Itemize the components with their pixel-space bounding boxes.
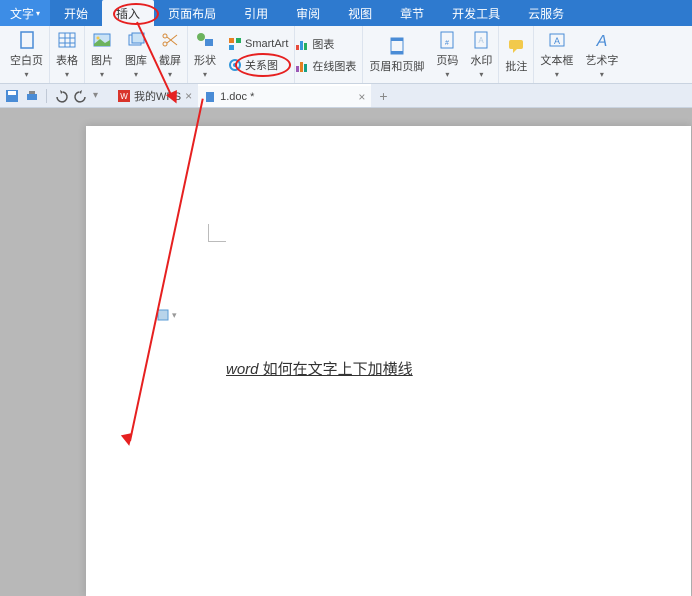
chevron-down-icon: ▾ <box>24 70 28 79</box>
page-margin-corner <box>208 224 226 242</box>
ribbon-group-screenshot: 截屏▾ <box>153 26 188 83</box>
chevron-down-icon: ▾ <box>445 70 449 79</box>
doc-icon <box>204 91 216 103</box>
ribbon-group-watermark: A 水印▾ <box>464 26 499 83</box>
comment-icon <box>506 36 526 56</box>
ribbon-group-pagenum: # 页码▾ <box>430 26 464 83</box>
wps-icon: W <box>118 90 130 102</box>
document-tabs: W 我的WPS × 1.doc * × + <box>112 84 396 107</box>
menu-dev-tools[interactable]: 开发工具 <box>438 0 514 26</box>
table-icon <box>57 30 77 50</box>
header-footer-button[interactable]: 页眉和页脚 <box>369 36 424 74</box>
app-menu-label: 文字 <box>10 5 34 22</box>
ribbon-group-shape: 形状▾ <box>188 26 222 83</box>
quick-toolbar: ▾ W 我的WPS × 1.doc * × + <box>0 84 692 108</box>
gallery-icon <box>126 30 146 50</box>
ribbon-group-smartart: SmartArt 关系图 <box>222 26 295 83</box>
close-icon[interactable]: × <box>358 90 365 104</box>
ribbon-group-page: 空白页▾ <box>4 26 50 83</box>
svg-text:#: # <box>445 40 449 47</box>
svg-text:W: W <box>120 92 128 101</box>
chevron-down-icon: ▾ <box>203 70 207 79</box>
ribbon-group-comment: 批注 <box>499 26 534 83</box>
add-tab-button[interactable]: + <box>371 88 395 104</box>
svg-text:A: A <box>554 36 560 46</box>
online-chart-button[interactable]: 在线图表 <box>295 57 356 75</box>
textbox-button[interactable]: A 文本框▾ <box>540 30 573 79</box>
chevron-down-icon: ▾ <box>100 70 104 79</box>
menu-start[interactable]: 开始 <box>50 0 102 26</box>
separator <box>46 89 47 103</box>
ribbon-group-table: 表格▾ <box>50 26 85 83</box>
ribbon-group-gallery: 图库▾ <box>119 26 153 83</box>
chevron-down-icon: ▾ <box>600 70 604 79</box>
wordart-icon: A <box>592 30 612 50</box>
chevron-down-icon: ▾ <box>134 70 138 79</box>
page-number-icon: # <box>437 30 457 50</box>
watermark-icon: A <box>471 30 491 50</box>
chevron-down-icon: ▾ <box>479 70 483 79</box>
picture-icon <box>92 30 112 50</box>
relation-icon <box>228 58 242 72</box>
redo-icon[interactable] <box>73 88 89 104</box>
blank-page-icon <box>17 30 37 50</box>
smartart-button[interactable]: SmartArt <box>228 36 288 52</box>
ribbon: 空白页▾ 表格▾ 图片▾ 图库▾ 截屏▾ 形状▾ S <box>0 26 692 84</box>
ribbon-group-chart: 图表 在线图表 <box>289 26 363 83</box>
menu-insert[interactable]: 插入 <box>102 0 154 26</box>
online-chart-icon <box>295 59 309 73</box>
menu-chapter[interactable]: 章节 <box>386 0 438 26</box>
chart-button[interactable]: 图表 <box>295 35 356 53</box>
textbox-icon: A <box>547 30 567 50</box>
scissors-icon <box>160 30 180 50</box>
menu-review[interactable]: 审阅 <box>282 0 334 26</box>
ribbon-group-hf: 页眉和页脚 <box>363 26 430 83</box>
app-menu-button[interactable]: 文字 ▾ <box>0 0 50 26</box>
paragraph-handle-icon: ▾ <box>156 308 177 322</box>
menubar: 文字 ▾ 开始 插入 页面布局 引用 审阅 视图 章节 开发工具 云服务 <box>0 0 692 26</box>
chevron-down-icon: ▾ <box>36 9 40 18</box>
page-number-button[interactable]: # 页码▾ <box>436 30 458 79</box>
chevron-down-icon: ▾ <box>168 70 172 79</box>
menu-page-layout[interactable]: 页面布局 <box>154 0 230 26</box>
save-icon[interactable] <box>4 88 20 104</box>
wps-home-tab[interactable]: W 我的WPS × <box>112 84 198 107</box>
watermark-overlay: S 搜狗指南 zhinan.sogou.com <box>536 534 684 590</box>
watermark-url: zhinan.sogou.com <box>536 576 684 590</box>
gallery-button[interactable]: 图库▾ <box>125 30 147 79</box>
screenshot-button[interactable]: 截屏▾ <box>159 30 181 79</box>
chart-icon <box>295 37 309 51</box>
relation-button[interactable]: 关系图 <box>228 56 288 74</box>
menu-reference[interactable]: 引用 <box>230 0 282 26</box>
watermark-button[interactable]: A 水印▾ <box>470 30 492 79</box>
picture-button[interactable]: 图片▾ <box>91 30 113 79</box>
chevron-down-icon[interactable]: ▾ <box>93 90 98 101</box>
chevron-down-icon: ▾ <box>65 70 69 79</box>
print-icon[interactable] <box>24 88 40 104</box>
document-tab[interactable]: 1.doc * × <box>198 84 371 107</box>
blank-page-button[interactable]: 空白页▾ <box>10 30 43 79</box>
document-text: word 如何在文字上下加横线 <box>226 358 413 379</box>
menu-cloud[interactable]: 云服务 <box>514 0 578 26</box>
smartart-icon <box>228 37 242 51</box>
ribbon-group-pic: 图片▾ <box>85 26 119 83</box>
comment-button[interactable]: 批注 <box>505 36 527 74</box>
close-icon[interactable]: × <box>185 89 192 103</box>
svg-text:A: A <box>596 33 608 50</box>
table-button[interactable]: 表格▾ <box>56 30 78 79</box>
sogou-logo-icon: S <box>536 539 566 569</box>
menu-view[interactable]: 视图 <box>334 0 386 26</box>
ribbon-group-wordart: A 艺术字▾ <box>579 26 624 83</box>
undo-icon[interactable] <box>53 88 69 104</box>
header-footer-icon <box>387 36 407 56</box>
wordart-button[interactable]: A 艺术字▾ <box>585 30 618 79</box>
chevron-down-icon: ▾ <box>555 70 559 79</box>
svg-text:A: A <box>479 36 485 45</box>
document-page[interactable]: ▾ word 如何在文字上下加横线 <box>86 126 691 596</box>
ribbon-group-textbox: A 文本框▾ <box>534 26 579 83</box>
shape-button[interactable]: 形状▾ <box>194 30 216 79</box>
watermark-brand: 搜狗指南 <box>572 534 684 574</box>
shapes-icon <box>195 30 215 50</box>
